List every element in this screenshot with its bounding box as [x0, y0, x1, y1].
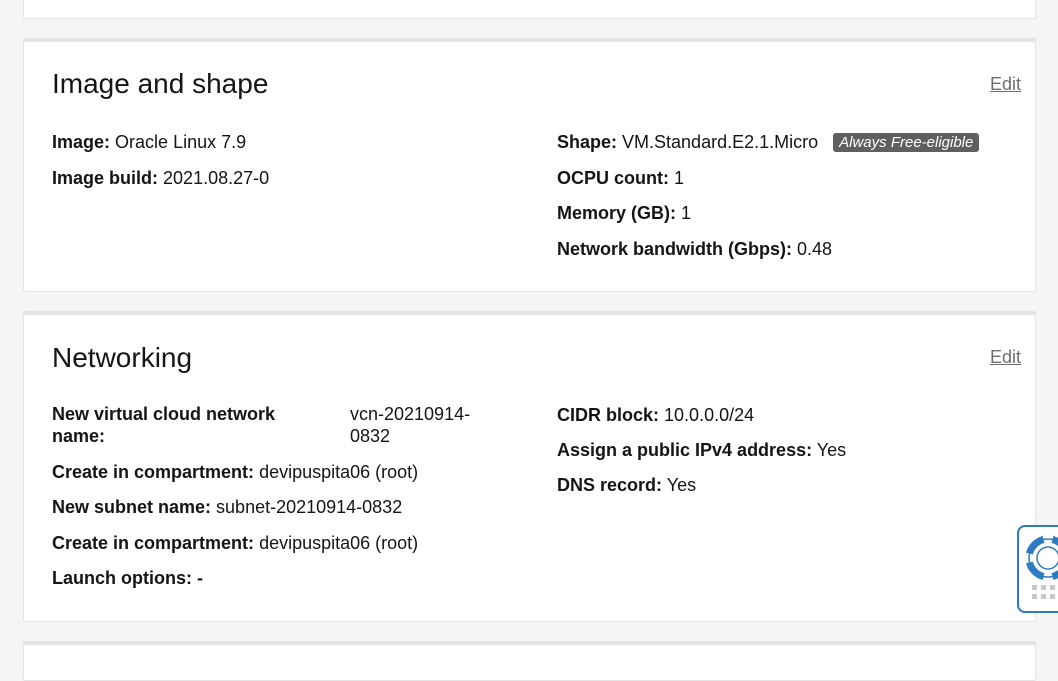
image-and-shape-title: Image and shape [52, 68, 269, 99]
next-section-card [23, 641, 1036, 681]
bandwidth-label: Network bandwidth (Gbps): [557, 239, 792, 259]
image-row: Image: Oracle Linux 7.9 [52, 131, 246, 153]
vcn-compartment-label: Create in compartment: [52, 462, 255, 482]
launch-options-value: - [197, 568, 203, 588]
ocpu-row: OCPU count: 1 [557, 167, 684, 189]
bandwidth-value: 0.48 [797, 239, 833, 259]
cidr-value: 10.0.0.0/24 [664, 405, 755, 425]
vcn-compartment-value: devipuspita06 (root) [259, 462, 419, 482]
subnet-name-value: subnet-20210914-0832 [216, 497, 403, 517]
drag-grip-icon[interactable] [1032, 585, 1058, 610]
image-build-label: Image build: [52, 168, 159, 188]
public-ip-value: Yes [816, 440, 847, 460]
image-and-shape-edit-link[interactable]: Edit [990, 74, 1021, 95]
subnet-name-label: New subnet name: [52, 497, 212, 517]
vcn-name-label: New virtual cloud network name: [52, 404, 276, 446]
bandwidth-row: Network bandwidth (Gbps): 0.48 [557, 238, 832, 260]
subnet-compartment-label: Create in compartment: [52, 533, 255, 553]
ocpu-label: OCPU count: [557, 168, 669, 188]
public-ip-row: Assign a public IPv4 address: Yes [557, 439, 846, 461]
vcn-name-value: vcn-20210914-0832 [350, 404, 471, 446]
image-build-value: 2021.08.27-0 [163, 168, 270, 188]
networking-edit-link[interactable]: Edit [990, 347, 1021, 368]
dns-row: DNS record: Yes [557, 474, 696, 496]
shape-row: Shape: VM.Standard.E2.1.Micro Always Fre… [557, 131, 980, 153]
shape-label: Shape: [557, 132, 618, 152]
launch-options-row: Launch options: - [52, 567, 203, 589]
dns-value: Yes [666, 475, 697, 495]
help-widget[interactable] [1017, 525, 1058, 613]
launch-options-label: Launch options: [52, 568, 192, 588]
cidr-label: CIDR block: [557, 405, 660, 425]
image-value: Oracle Linux 7.9 [115, 132, 247, 152]
networking-title: Networking [52, 342, 193, 373]
memory-label: Memory (GB): [557, 203, 677, 223]
lifebuoy-icon[interactable] [1025, 535, 1058, 586]
memory-row: Memory (GB): 1 [557, 202, 691, 224]
cidr-row: CIDR block: 10.0.0.0/24 [557, 404, 754, 426]
always-free-badge: Always Free-eligible [833, 133, 980, 152]
vcn-compartment-row: Create in compartment: devipuspita06 (ro… [52, 461, 418, 483]
subnet-name-row: New subnet name: subnet-20210914-0832 [52, 496, 402, 518]
image-build-row: Image build: 2021.08.27-0 [52, 167, 269, 189]
shape-value: VM.Standard.E2.1.Micro [622, 132, 819, 152]
memory-value: 1 [681, 203, 692, 223]
ocpu-value: 1 [674, 168, 685, 188]
networking-card: Networking Edit New virtual cloud networ… [23, 311, 1036, 622]
subnet-compartment-value: devipuspita06 (root) [259, 533, 419, 553]
public-ip-label: Assign a public IPv4 address: [557, 440, 813, 460]
dns-label: DNS record: [557, 475, 663, 495]
previous-section-card [23, 0, 1036, 19]
subnet-compartment-row: Create in compartment: devipuspita06 (ro… [52, 532, 418, 554]
image-and-shape-card: Image and shape Edit Image: Oracle Linux… [23, 38, 1036, 292]
image-label: Image: [52, 132, 111, 152]
